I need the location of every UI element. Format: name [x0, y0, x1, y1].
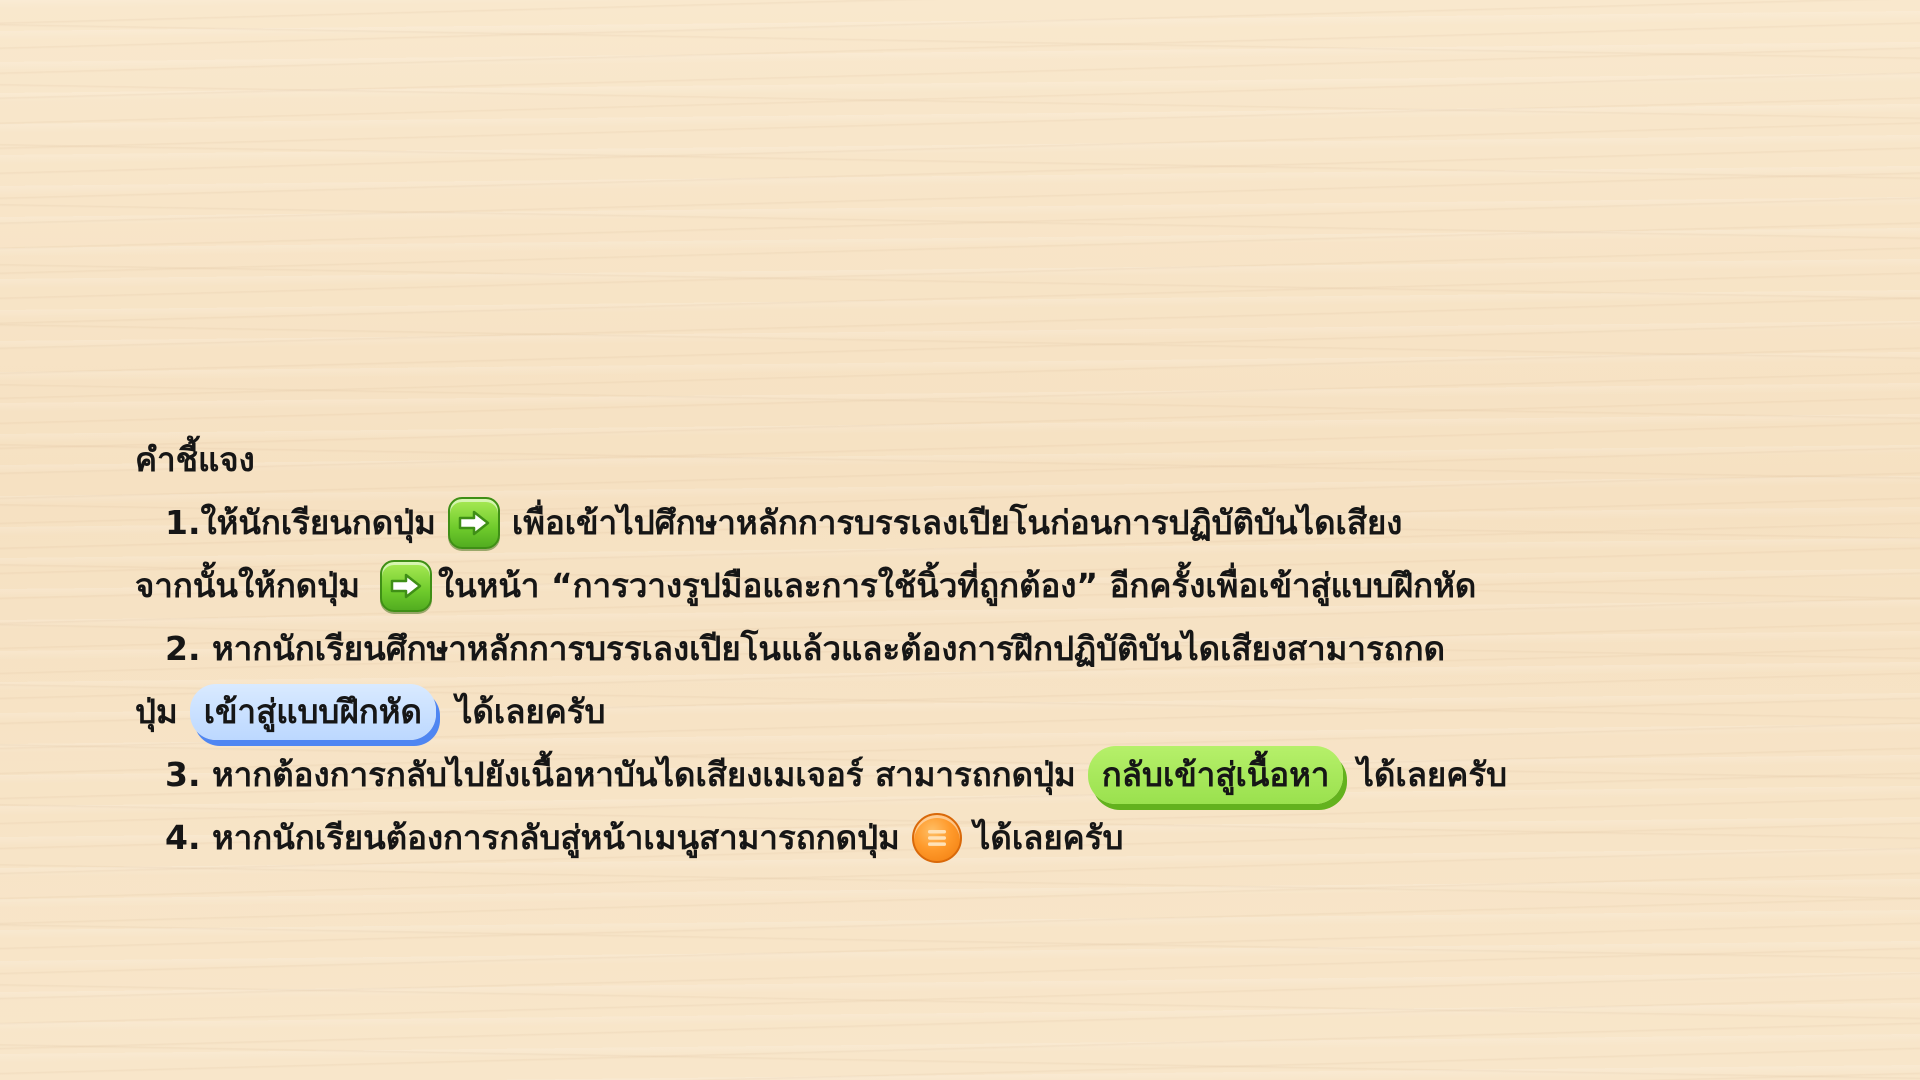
arrow-right-icon	[390, 573, 422, 598]
item1-line1: 1.ให้นักเรียนกดปุ่ม เพื่อเข้าไปศึกษาหลัก…	[135, 491, 1895, 554]
item1-description: เพื่อเข้าไปศึกษาหลักการบรรเลงเปียโนก่อนก…	[511, 503, 1403, 542]
item2-text: 2. หากนักเรียนศึกษาหลักการบรรเลงเปียโนแล…	[165, 629, 1446, 668]
next-button-2[interactable]	[379, 559, 432, 612]
next-button-1[interactable]	[447, 496, 500, 549]
item2-line1: 2. หากนักเรียนศึกษาหลักการบรรเลงเปียโนแล…	[135, 617, 1895, 680]
item1-line2: จากนั้นให้กดปุ่ม ในหน้า “การวางรูปมือและ…	[135, 554, 1895, 617]
start-exercise-button[interactable]: เข้าสู่แบบฝึกหัด	[189, 683, 436, 740]
item3-text: 3. หากต้องการกลับไปยังเนื้อหาบันไดเสียงเ…	[165, 755, 1076, 794]
item2-line2: ปุ่ม เข้าสู่แบบฝึกหัด ได้เลยครับ	[135, 680, 1895, 743]
item3-suffix: ได้เลยครับ	[1357, 755, 1508, 794]
menu-button[interactable]	[911, 812, 962, 863]
item1-line2-prefix: จากนั้นให้กดปุ่ม	[135, 566, 360, 605]
arrow-right-icon	[458, 510, 490, 535]
item4-line: 4. หากนักเรียนต้องการกลับสู่หน้าเมนูสามา…	[135, 806, 1895, 869]
menu-icon	[927, 829, 946, 846]
item4-text: 4. หากนักเรียนต้องการกลับสู่หน้าเมนูสามา…	[165, 818, 900, 857]
instructions-heading-row: คำชี้แจง	[135, 428, 1895, 491]
start-exercise-label: เข้าสู่แบบฝึกหัด	[203, 692, 422, 731]
back-to-content-button[interactable]: กลับเข้าสู่เนื้อหา	[1087, 745, 1344, 804]
item3-line: 3. หากต้องการกลับไปยังเนื้อหาบันไดเสียงเ…	[135, 743, 1895, 806]
instructions-heading: คำชี้แจง	[135, 440, 255, 479]
item2-suffix: ได้เลยครับ	[455, 692, 606, 731]
item2-line2-prefix: ปุ่ม	[135, 692, 178, 731]
back-to-content-label: กลับเข้าสู่เนื้อหา	[1101, 755, 1330, 794]
item1-prefix: 1.ให้นักเรียนกดปุ่ม	[165, 503, 436, 542]
item1-line2-text: ในหน้า “การวางรูปมือและการใช้นิ้วที่ถูกต…	[437, 566, 1477, 605]
instructions-panel: คำชี้แจง 1.ให้นักเรียนกดปุ่ม เพื่อเข้าไป…	[135, 428, 1895, 869]
item4-suffix: ได้เลยครับ	[973, 818, 1124, 857]
